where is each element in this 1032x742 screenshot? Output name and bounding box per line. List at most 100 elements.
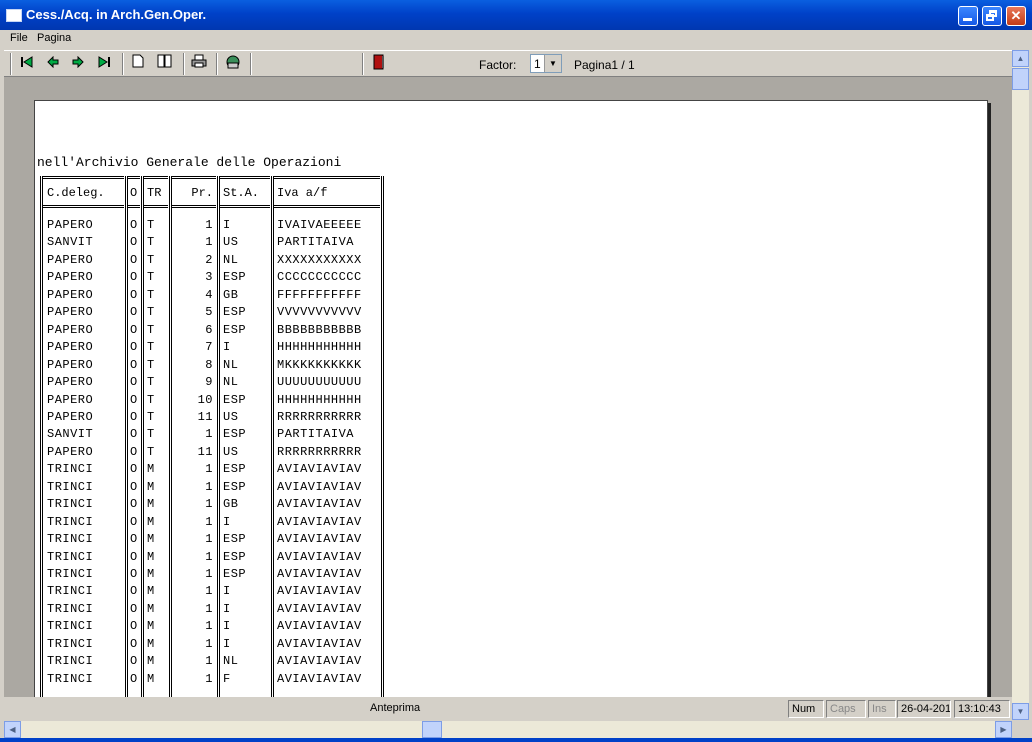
preview-viewport[interactable]: nell'Archivio Generale delle Operazioni … xyxy=(4,77,1012,697)
cell-iva-af: IVAIVAEEEEE xyxy=(277,218,362,232)
table-row: TRINCI O M 1 ESP AVIAVIAVIAV xyxy=(35,532,395,549)
cell-iva-af: FFFFFFFFFFF xyxy=(277,287,362,302)
minimize-button[interactable] xyxy=(958,6,978,26)
cell-c-deleg: PAPERO xyxy=(47,218,94,232)
cell-o: O xyxy=(130,427,138,442)
cell-c-deleg: SANVIT xyxy=(47,427,94,442)
cell-st-a: US xyxy=(223,409,239,424)
scroll-down-button[interactable]: ▼ xyxy=(1012,703,1029,720)
table-row: TRINCI O M 1 I AVIAVIAVIAV xyxy=(35,584,395,601)
vertical-scroll-thumb[interactable] xyxy=(1012,68,1029,90)
cell-pr: 8 xyxy=(205,357,213,372)
table-row: PAPERO O T 4 GB FFFFFFFFFFF xyxy=(35,288,395,305)
cell-pr: 1 xyxy=(205,619,213,634)
column-header-pr: Pr. xyxy=(191,186,213,200)
toolbar: Factor: 1 ▼ Pagina1 / 1 xyxy=(4,50,1012,77)
factor-select[interactable]: 1 ▼ xyxy=(530,54,562,73)
status-time: 13:10:43 xyxy=(954,700,1010,718)
prev-page-button[interactable] xyxy=(42,54,64,74)
print-button[interactable] xyxy=(188,54,210,74)
cell-st-a: I xyxy=(223,619,231,634)
cell-st-a: I xyxy=(223,514,231,529)
two-pages-button[interactable] xyxy=(154,54,176,74)
cell-iva-af: PARTITAIVA xyxy=(277,427,355,442)
menu-file[interactable]: File xyxy=(10,32,28,44)
cell-o: O xyxy=(130,532,138,547)
maximize-button[interactable] xyxy=(982,6,1002,26)
cell-iva-af: UUUUUUUUUUU xyxy=(277,375,362,390)
table-row: TRINCI O M 1 I AVIAVIAVIAV xyxy=(35,602,395,619)
exit-button[interactable] xyxy=(368,54,390,74)
cell-st-a: GB xyxy=(223,497,239,512)
cell-tr: T xyxy=(147,270,155,285)
cell-pr: 9 xyxy=(205,375,213,390)
exit-door-icon xyxy=(373,54,384,70)
cell-pr: 1 xyxy=(205,636,213,651)
scroll-up-button[interactable]: ▲ xyxy=(1012,50,1029,67)
menu-pagina[interactable]: Pagina xyxy=(37,32,71,44)
cell-st-a: US xyxy=(223,235,239,250)
cell-c-deleg: PAPERO xyxy=(47,305,94,320)
cell-st-a: ESP xyxy=(223,392,247,407)
table-row: PAPERO O T 5 ESP VVVVVVVVVVV xyxy=(35,305,395,322)
cell-c-deleg: TRINCI xyxy=(47,462,94,477)
column-header-c-deleg: C.deleg. xyxy=(47,186,105,200)
scroll-left-button[interactable]: ◀ xyxy=(4,721,21,738)
cell-c-deleg: TRINCI xyxy=(47,497,94,512)
cell-pr: 6 xyxy=(205,322,213,337)
cell-st-a: ESP xyxy=(223,549,247,564)
cell-pr: 10 xyxy=(197,392,213,407)
cell-pr: 1 xyxy=(205,654,213,669)
cell-st-a: I xyxy=(223,340,231,355)
table-row: SANVIT O T 1 ESP PARTITAIVA xyxy=(35,427,395,444)
table-row: TRINCI O M 1 I AVIAVIAVIAV xyxy=(35,619,395,636)
page-indicator: Pagina1 / 1 xyxy=(574,58,635,72)
cell-c-deleg: TRINCI xyxy=(47,549,94,564)
table-header-rule xyxy=(171,205,216,208)
export-button[interactable] xyxy=(222,54,244,74)
table-row: PAPERO O T 11 US RRRRRRRRRRR xyxy=(35,410,395,427)
cell-tr: M xyxy=(147,514,155,529)
cell-pr: 1 xyxy=(205,427,213,442)
cell-pr: 1 xyxy=(205,532,213,547)
last-page-button[interactable] xyxy=(93,54,115,74)
cell-st-a: NL xyxy=(223,252,239,267)
cell-iva-af: AVIAVIAVIAV xyxy=(277,462,362,477)
print-icon xyxy=(191,54,207,68)
cell-iva-af: BBBBBBBBBBB xyxy=(277,322,362,337)
cell-c-deleg: TRINCI xyxy=(47,514,94,529)
cell-c-deleg: TRINCI xyxy=(47,619,94,634)
table-header-rule xyxy=(219,176,270,179)
table-header-rule xyxy=(273,176,380,179)
cell-o: O xyxy=(130,305,138,320)
toolbar-separator xyxy=(122,53,124,75)
cell-pr: 1 xyxy=(205,671,213,686)
factor-label: Factor: xyxy=(479,58,517,72)
cell-tr: T xyxy=(147,340,155,355)
horizontal-scrollbar[interactable]: ◀ ▶ xyxy=(4,721,1012,738)
chevron-down-icon[interactable]: ▼ xyxy=(544,55,561,72)
scroll-right-button[interactable]: ▶ xyxy=(995,721,1012,738)
horizontal-scroll-thumb[interactable] xyxy=(422,721,442,738)
single-page-button[interactable] xyxy=(127,54,149,74)
column-header-tr: TR xyxy=(147,186,162,200)
table-row: PAPERO O T 9 NL UUUUUUUUUUU xyxy=(35,375,395,392)
cell-tr: T xyxy=(147,252,155,267)
vertical-scrollbar[interactable]: ▲ ▼ xyxy=(1012,50,1029,720)
next-page-button[interactable] xyxy=(67,54,89,74)
close-button[interactable] xyxy=(1006,6,1026,26)
table-row: TRINCI O M 1 ESP AVIAVIAVIAV xyxy=(35,462,395,479)
status-date: 26-04-2016 xyxy=(897,700,951,718)
table-row: TRINCI O M 1 NL AVIAVIAVIAV xyxy=(35,654,395,671)
cell-st-a: NL xyxy=(223,375,239,390)
next-page-icon xyxy=(72,55,84,69)
cell-pr: 1 xyxy=(205,479,213,494)
report-page: nell'Archivio Generale delle Operazioni … xyxy=(34,100,988,697)
first-page-button[interactable] xyxy=(16,54,38,74)
cell-tr: M xyxy=(147,532,155,547)
table-row: TRINCI O M 1 ESP AVIAVIAVIAV xyxy=(35,480,395,497)
cell-st-a: ESP xyxy=(223,322,247,337)
factor-value: 1 xyxy=(534,57,541,71)
title-bar[interactable]: Cess./Acq. in Arch.Gen.Oper. xyxy=(0,0,1032,30)
cell-o: O xyxy=(130,322,138,337)
